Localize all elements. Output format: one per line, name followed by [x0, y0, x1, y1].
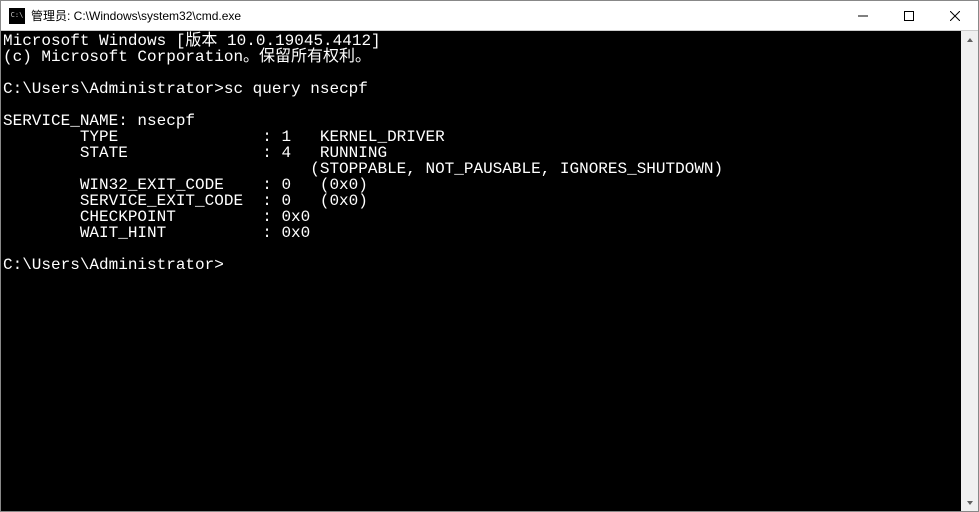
output-line: SERVICE_EXIT_CODE : 0 (0x0)	[3, 193, 961, 209]
output-line: TYPE : 1 KERNEL_DRIVER	[3, 129, 961, 145]
prompt-line: C:\Users\Administrator>	[3, 257, 961, 273]
window-controls	[840, 1, 978, 30]
output-line: Microsoft Windows [版本 10.0.19045.4412]	[3, 33, 961, 49]
window-title: 管理员: C:\Windows\system32\cmd.exe	[31, 7, 241, 24]
prompt-command: sc query nsecpf	[224, 80, 368, 98]
output-line: CHECKPOINT : 0x0	[3, 209, 961, 225]
output-line: (STOPPABLE, NOT_PAUSABLE, IGNORES_SHUTDO…	[3, 161, 961, 177]
minimize-button[interactable]	[840, 1, 886, 30]
terminal-output[interactable]: Microsoft Windows [版本 10.0.19045.4412](c…	[1, 31, 961, 511]
scroll-down-button[interactable]	[961, 494, 978, 511]
maximize-button[interactable]	[886, 1, 932, 30]
output-line: STATE : 4 RUNNING	[3, 145, 961, 161]
vertical-scrollbar[interactable]	[961, 31, 978, 511]
output-line: WIN32_EXIT_CODE : 0 (0x0)	[3, 177, 961, 193]
prompt-path: C:\Users\Administrator>	[3, 256, 224, 274]
prompt-line: C:\Users\Administrator>sc query nsecpf	[3, 81, 961, 97]
close-button[interactable]	[932, 1, 978, 30]
cmd-icon	[9, 8, 25, 24]
output-line	[3, 65, 961, 81]
output-line	[3, 241, 961, 257]
scroll-up-button[interactable]	[961, 31, 978, 48]
prompt-path: C:\Users\Administrator>	[3, 80, 224, 98]
window-titlebar[interactable]: 管理员: C:\Windows\system32\cmd.exe	[1, 1, 978, 31]
terminal-area: Microsoft Windows [版本 10.0.19045.4412](c…	[1, 31, 978, 511]
output-line	[3, 97, 961, 113]
output-line: WAIT_HINT : 0x0	[3, 225, 961, 241]
output-line: SERVICE_NAME: nsecpf	[3, 113, 961, 129]
output-line: (c) Microsoft Corporation。保留所有权利。	[3, 49, 961, 65]
scroll-track[interactable]	[961, 48, 978, 494]
